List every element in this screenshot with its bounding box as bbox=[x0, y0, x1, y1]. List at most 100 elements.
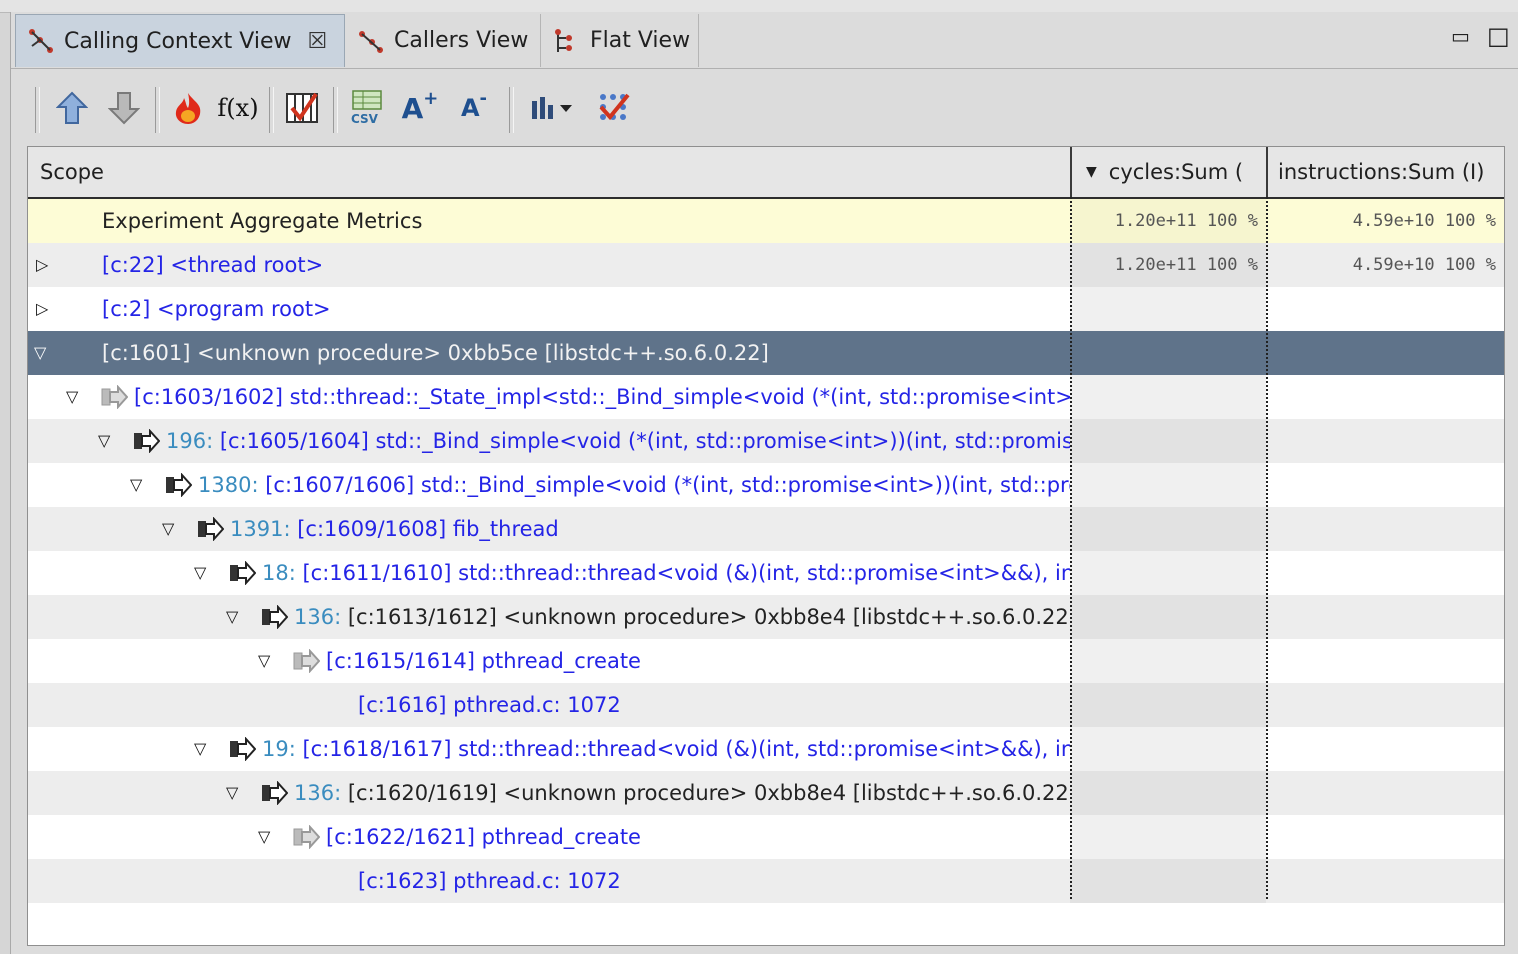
expand-triangle-icon[interactable]: ▷ bbox=[36, 287, 48, 331]
minimize-icon[interactable]: ▭ bbox=[1451, 24, 1470, 48]
table-row[interactable]: ▽ 1380: [c:1607/1606] std::_Bind_simple<… bbox=[28, 463, 1504, 507]
row-text: 1391: [c:1609/1608] fib_thread bbox=[230, 507, 559, 551]
scope-cell: ▽ [c:1622/1621] pthread_create bbox=[28, 815, 1070, 859]
tab-bar: Calling Context View ☒ Callers View Flat… bbox=[11, 12, 1518, 69]
row-label[interactable]: [c:1613/1612] <unknown procedure> 0xbb8e… bbox=[348, 605, 1070, 629]
table-row[interactable]: ▽ 196: [c:1605/1604] std::_Bind_simple<v… bbox=[28, 419, 1504, 463]
collapse-triangle-icon[interactable]: ▽ bbox=[130, 463, 142, 507]
line-number[interactable]: 1380: bbox=[198, 473, 265, 497]
cycles-cell bbox=[1070, 375, 1266, 419]
row-label[interactable]: [c:1618/1617] std::thread::thread<void (… bbox=[302, 737, 1070, 761]
checklist-icon[interactable] bbox=[595, 89, 633, 127]
instructions-cell bbox=[1268, 419, 1504, 463]
show-function-fx-icon[interactable]: f(x) bbox=[217, 89, 258, 127]
table-row[interactable]: ▷ [c:2] <program root> bbox=[28, 287, 1504, 331]
table-row[interactable]: ▽ 136: [c:1620/1619] <unknown procedure>… bbox=[28, 771, 1504, 815]
row-label[interactable]: [c:1605/1604] std::_Bind_simple<void (*(… bbox=[220, 429, 1070, 453]
row-label[interactable]: [c:1620/1619] <unknown procedure> 0xbb8e… bbox=[348, 781, 1070, 805]
cycles-cell bbox=[1070, 859, 1266, 903]
collapse-triangle-icon[interactable]: ▽ bbox=[258, 815, 270, 859]
zoom-in-arrow-icon[interactable] bbox=[53, 89, 91, 127]
expand-triangle-icon[interactable]: ▷ bbox=[36, 243, 48, 287]
hot-path-flame-icon[interactable] bbox=[169, 89, 207, 127]
cycles-cell: 1.20e+11 100 % bbox=[1070, 243, 1266, 287]
collapse-triangle-icon[interactable]: ▽ bbox=[34, 331, 46, 375]
instructions-cell bbox=[1268, 331, 1504, 375]
scope-cell: ▽ 196: [c:1605/1604] std::_Bind_simple<v… bbox=[28, 419, 1070, 463]
table-row[interactable]: ▽ [c:1622/1621] pthread_create bbox=[28, 815, 1504, 859]
scope-cell: Experiment Aggregate Metrics bbox=[28, 199, 1070, 243]
scope-cell: ▷ [c:2] <program root> bbox=[28, 287, 1070, 331]
toolbar-separator bbox=[35, 87, 40, 133]
table-row-aggregate[interactable]: Experiment Aggregate Metrics 1.20e+11 10… bbox=[28, 199, 1504, 243]
table-row[interactable]: [c:1623] pthread.c: 1072 bbox=[28, 859, 1504, 903]
collapse-triangle-icon[interactable]: ▽ bbox=[226, 595, 238, 639]
call-site-icon bbox=[262, 781, 288, 805]
toolbar-separator bbox=[333, 87, 338, 133]
svg-text:CSV: CSV bbox=[351, 112, 379, 126]
line-number[interactable]: 18: bbox=[262, 561, 302, 585]
column-header-instructions[interactable]: instructions:Sum (I) bbox=[1268, 147, 1498, 197]
table-row[interactable]: ▽ 1391: [c:1609/1608] fib_thread bbox=[28, 507, 1504, 551]
row-label[interactable]: [c:1622/1621] pthread_create bbox=[326, 815, 641, 859]
tab-calling-context-view[interactable]: Calling Context View ☒ bbox=[15, 14, 345, 67]
table-row[interactable]: [c:1616] pthread.c: 1072 bbox=[28, 683, 1504, 727]
row-label[interactable]: [c:1623] pthread.c: 1072 bbox=[358, 859, 621, 903]
decrease-font-icon[interactable]: A- bbox=[455, 88, 493, 127]
line-number[interactable]: 19: bbox=[262, 737, 302, 761]
cycles-cell bbox=[1070, 815, 1266, 859]
row-label[interactable]: [c:1609/1608] fib_thread bbox=[297, 517, 559, 541]
table-row[interactable]: ▽ [c:1615/1614] pthread_create bbox=[28, 639, 1504, 683]
maximize-icon[interactable]: □ bbox=[1487, 22, 1510, 50]
row-text: 1380: [c:1607/1606] std::_Bind_simple<vo… bbox=[198, 463, 1070, 507]
collapse-triangle-icon[interactable]: ▽ bbox=[98, 419, 110, 463]
tab-flat-view[interactable]: Flat View bbox=[542, 14, 699, 67]
view-panel: Calling Context View ☒ Callers View Flat… bbox=[10, 12, 1518, 954]
table-row[interactable]: ▽ [c:1603/1602] std::thread::_State_impl… bbox=[28, 375, 1504, 419]
close-tab-icon[interactable]: ☒ bbox=[307, 29, 327, 54]
row-label[interactable]: [c:1601] <unknown procedure> 0xbb5ce [li… bbox=[102, 331, 769, 375]
row-label[interactable]: [c:1607/1606] std::_Bind_simple<void (*(… bbox=[265, 473, 1070, 497]
instructions-cell bbox=[1268, 551, 1504, 595]
cycles-cell bbox=[1070, 683, 1266, 727]
row-label[interactable]: [c:1615/1614] pthread_create bbox=[326, 639, 641, 683]
collapse-triangle-icon[interactable]: ▽ bbox=[66, 375, 78, 419]
tab-label: Calling Context View bbox=[64, 28, 292, 54]
table-row[interactable]: ▽ 136: [c:1613/1612] <unknown procedure>… bbox=[28, 595, 1504, 639]
row-label[interactable]: [c:22] <thread root> bbox=[102, 243, 323, 287]
row-label[interactable]: [c:1611/1610] std::thread::thread<void (… bbox=[302, 561, 1070, 585]
row-label[interactable]: [c:1616] pthread.c: 1072 bbox=[358, 683, 621, 727]
line-number[interactable]: 136: bbox=[294, 781, 348, 805]
instructions-cell bbox=[1268, 727, 1504, 771]
table-row[interactable]: ▽ 19: [c:1618/1617] std::thread::thread<… bbox=[28, 727, 1504, 771]
row-label[interactable]: [c:1603/1602] std::thread::_State_impl<s… bbox=[134, 375, 1070, 419]
tab-label: Flat View bbox=[590, 28, 691, 53]
collapse-triangle-icon[interactable]: ▽ bbox=[226, 771, 238, 815]
column-grid-line bbox=[1070, 197, 1072, 899]
collapse-triangle-icon[interactable]: ▽ bbox=[258, 639, 270, 683]
tab-callers-view[interactable]: Callers View bbox=[346, 14, 541, 67]
column-header-cycles[interactable]: ▼ cycles:Sum ( bbox=[1072, 147, 1266, 197]
line-number[interactable]: 1391: bbox=[230, 517, 297, 541]
column-properties-icon[interactable] bbox=[283, 89, 321, 127]
cycles-cell: 1.20e+11 100 % bbox=[1070, 199, 1266, 243]
row-text: 136: [c:1613/1612] <unknown procedure> 0… bbox=[294, 595, 1070, 639]
collapse-triangle-icon[interactable]: ▽ bbox=[162, 507, 174, 551]
table-row[interactable]: ▽ 18: [c:1611/1610] std::thread::thread<… bbox=[28, 551, 1504, 595]
instructions-cell bbox=[1268, 595, 1504, 639]
cycles-cell bbox=[1070, 331, 1266, 375]
column-header-scope[interactable]: Scope bbox=[40, 147, 1060, 197]
line-number[interactable]: 196: bbox=[166, 429, 220, 453]
call-site-icon bbox=[230, 737, 256, 761]
table-row[interactable]: ▷ [c:22] <thread root> 1.20e+11 100 % 4.… bbox=[28, 243, 1504, 287]
increase-font-icon[interactable]: A + bbox=[401, 88, 439, 127]
collapse-triangle-icon[interactable]: ▽ bbox=[194, 551, 206, 595]
row-label[interactable]: [c:2] <program root> bbox=[102, 287, 331, 331]
zoom-out-arrow-icon[interactable] bbox=[105, 89, 143, 127]
export-csv-icon[interactable]: CSV bbox=[347, 89, 385, 127]
collapse-triangle-icon[interactable]: ▽ bbox=[194, 727, 206, 771]
graph-menu-icon[interactable] bbox=[527, 89, 579, 127]
line-number[interactable]: 136: bbox=[294, 605, 348, 629]
instructions-cell bbox=[1268, 859, 1504, 903]
table-row-selected[interactable]: ▽ [c:1601] <unknown procedure> 0xbb5ce [… bbox=[28, 331, 1504, 375]
